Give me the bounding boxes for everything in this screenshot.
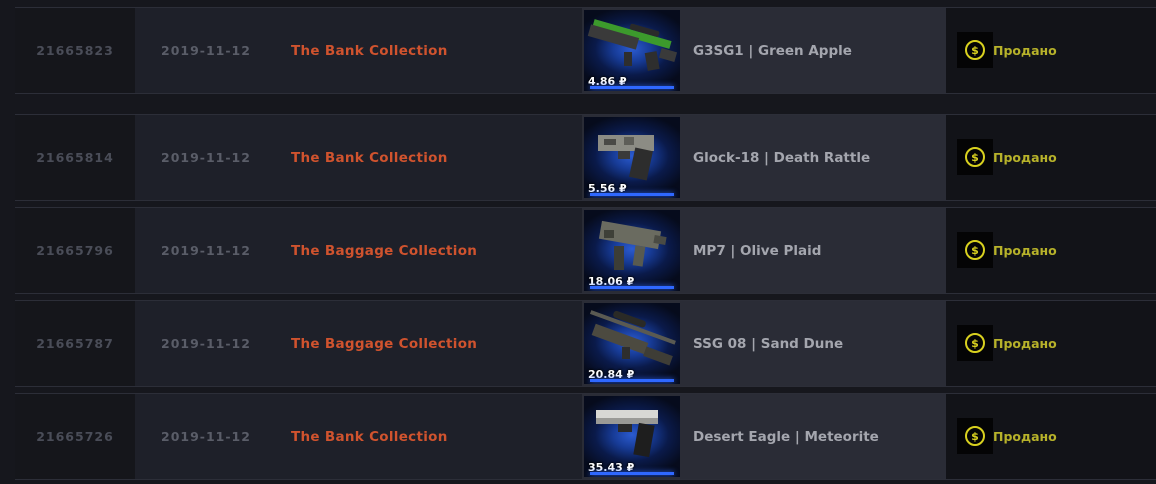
- item-thumbnail[interactable]: 20.84 ₽: [584, 303, 680, 384]
- sale-date: 2019-11-12: [161, 429, 251, 444]
- dollar-coin-icon: $: [957, 418, 993, 454]
- order-id: 21665814: [15, 115, 135, 200]
- item-price: 35.43 ₽: [588, 461, 635, 474]
- item-name: G3SG1 | Green Apple: [693, 42, 852, 59]
- item-cell[interactable]: 18.06 ₽ MP7 | Olive Plaid: [582, 208, 946, 293]
- sales-history-table: 21665823 2019-11-12 The Bank Collection …: [0, 0, 1156, 484]
- collection-link[interactable]: The Bank Collection: [291, 8, 551, 93]
- item-cell[interactable]: 20.84 ₽ SSG 08 | Sand Dune: [582, 301, 946, 386]
- status-cell: $ Продано: [946, 301, 1156, 386]
- item-price: 5.56 ₽: [588, 182, 627, 195]
- item-name: Glock-18 | Death Rattle: [693, 149, 871, 166]
- table-row: 21665814 2019-11-12 The Bank Collection …: [15, 114, 1156, 201]
- status-badge: Продано: [993, 149, 1057, 165]
- item-thumbnail[interactable]: 18.06 ₽: [584, 210, 680, 291]
- item-thumbnail[interactable]: 4.86 ₽: [584, 10, 680, 91]
- item-cell[interactable]: 5.56 ₽ Glock-18 | Death Rattle: [582, 115, 946, 200]
- item-thumbnail[interactable]: 35.43 ₽: [584, 396, 680, 477]
- table-row: 21665796 2019-11-12 The Baggage Collecti…: [15, 207, 1156, 294]
- collection-link[interactable]: The Baggage Collection: [291, 301, 551, 386]
- order-id: 21665796: [15, 208, 135, 293]
- table-row: 21665726 2019-11-12 The Bank Collection …: [15, 393, 1156, 480]
- status-cell: $ Продано: [946, 208, 1156, 293]
- status-cell: $ Продано: [946, 115, 1156, 200]
- item-cell[interactable]: 4.86 ₽ G3SG1 | Green Apple: [582, 8, 946, 93]
- item-name: SSG 08 | Sand Dune: [693, 335, 844, 352]
- table-row: 21665823 2019-11-12 The Bank Collection …: [15, 7, 1156, 94]
- status-badge: Продано: [993, 335, 1057, 351]
- dollar-coin-icon: $: [957, 232, 993, 268]
- sale-date: 2019-11-12: [161, 150, 251, 165]
- item-price: 4.86 ₽: [588, 75, 627, 88]
- status-badge: Продано: [993, 42, 1057, 58]
- item-thumbnail[interactable]: 5.56 ₽: [584, 117, 680, 198]
- status-badge: Продано: [993, 428, 1057, 444]
- sale-date: 2019-11-12: [161, 243, 251, 258]
- order-id: 21665787: [15, 301, 135, 386]
- item-name: Desert Eagle | Meteorite: [693, 428, 879, 445]
- status-cell: $ Продано: [946, 394, 1156, 479]
- collection-link[interactable]: The Baggage Collection: [291, 208, 551, 293]
- dollar-coin-icon: $: [957, 32, 993, 68]
- order-id: 21665726: [15, 394, 135, 479]
- collection-link[interactable]: The Bank Collection: [291, 115, 551, 200]
- collection-link[interactable]: The Bank Collection: [291, 394, 551, 479]
- dollar-coin-icon: $: [957, 139, 993, 175]
- item-cell[interactable]: 35.43 ₽ Desert Eagle | Meteorite: [582, 394, 946, 479]
- item-name: MP7 | Olive Plaid: [693, 242, 822, 259]
- table-row: 21665787 2019-11-12 The Baggage Collecti…: [15, 300, 1156, 387]
- item-price: 18.06 ₽: [588, 275, 635, 288]
- status-cell: $ Продано: [946, 8, 1156, 93]
- status-badge: Продано: [993, 242, 1057, 258]
- order-id: 21665823: [15, 8, 135, 93]
- dollar-coin-icon: $: [957, 325, 993, 361]
- sale-date: 2019-11-12: [161, 43, 251, 58]
- item-price: 20.84 ₽: [588, 368, 635, 381]
- sale-date: 2019-11-12: [161, 336, 251, 351]
